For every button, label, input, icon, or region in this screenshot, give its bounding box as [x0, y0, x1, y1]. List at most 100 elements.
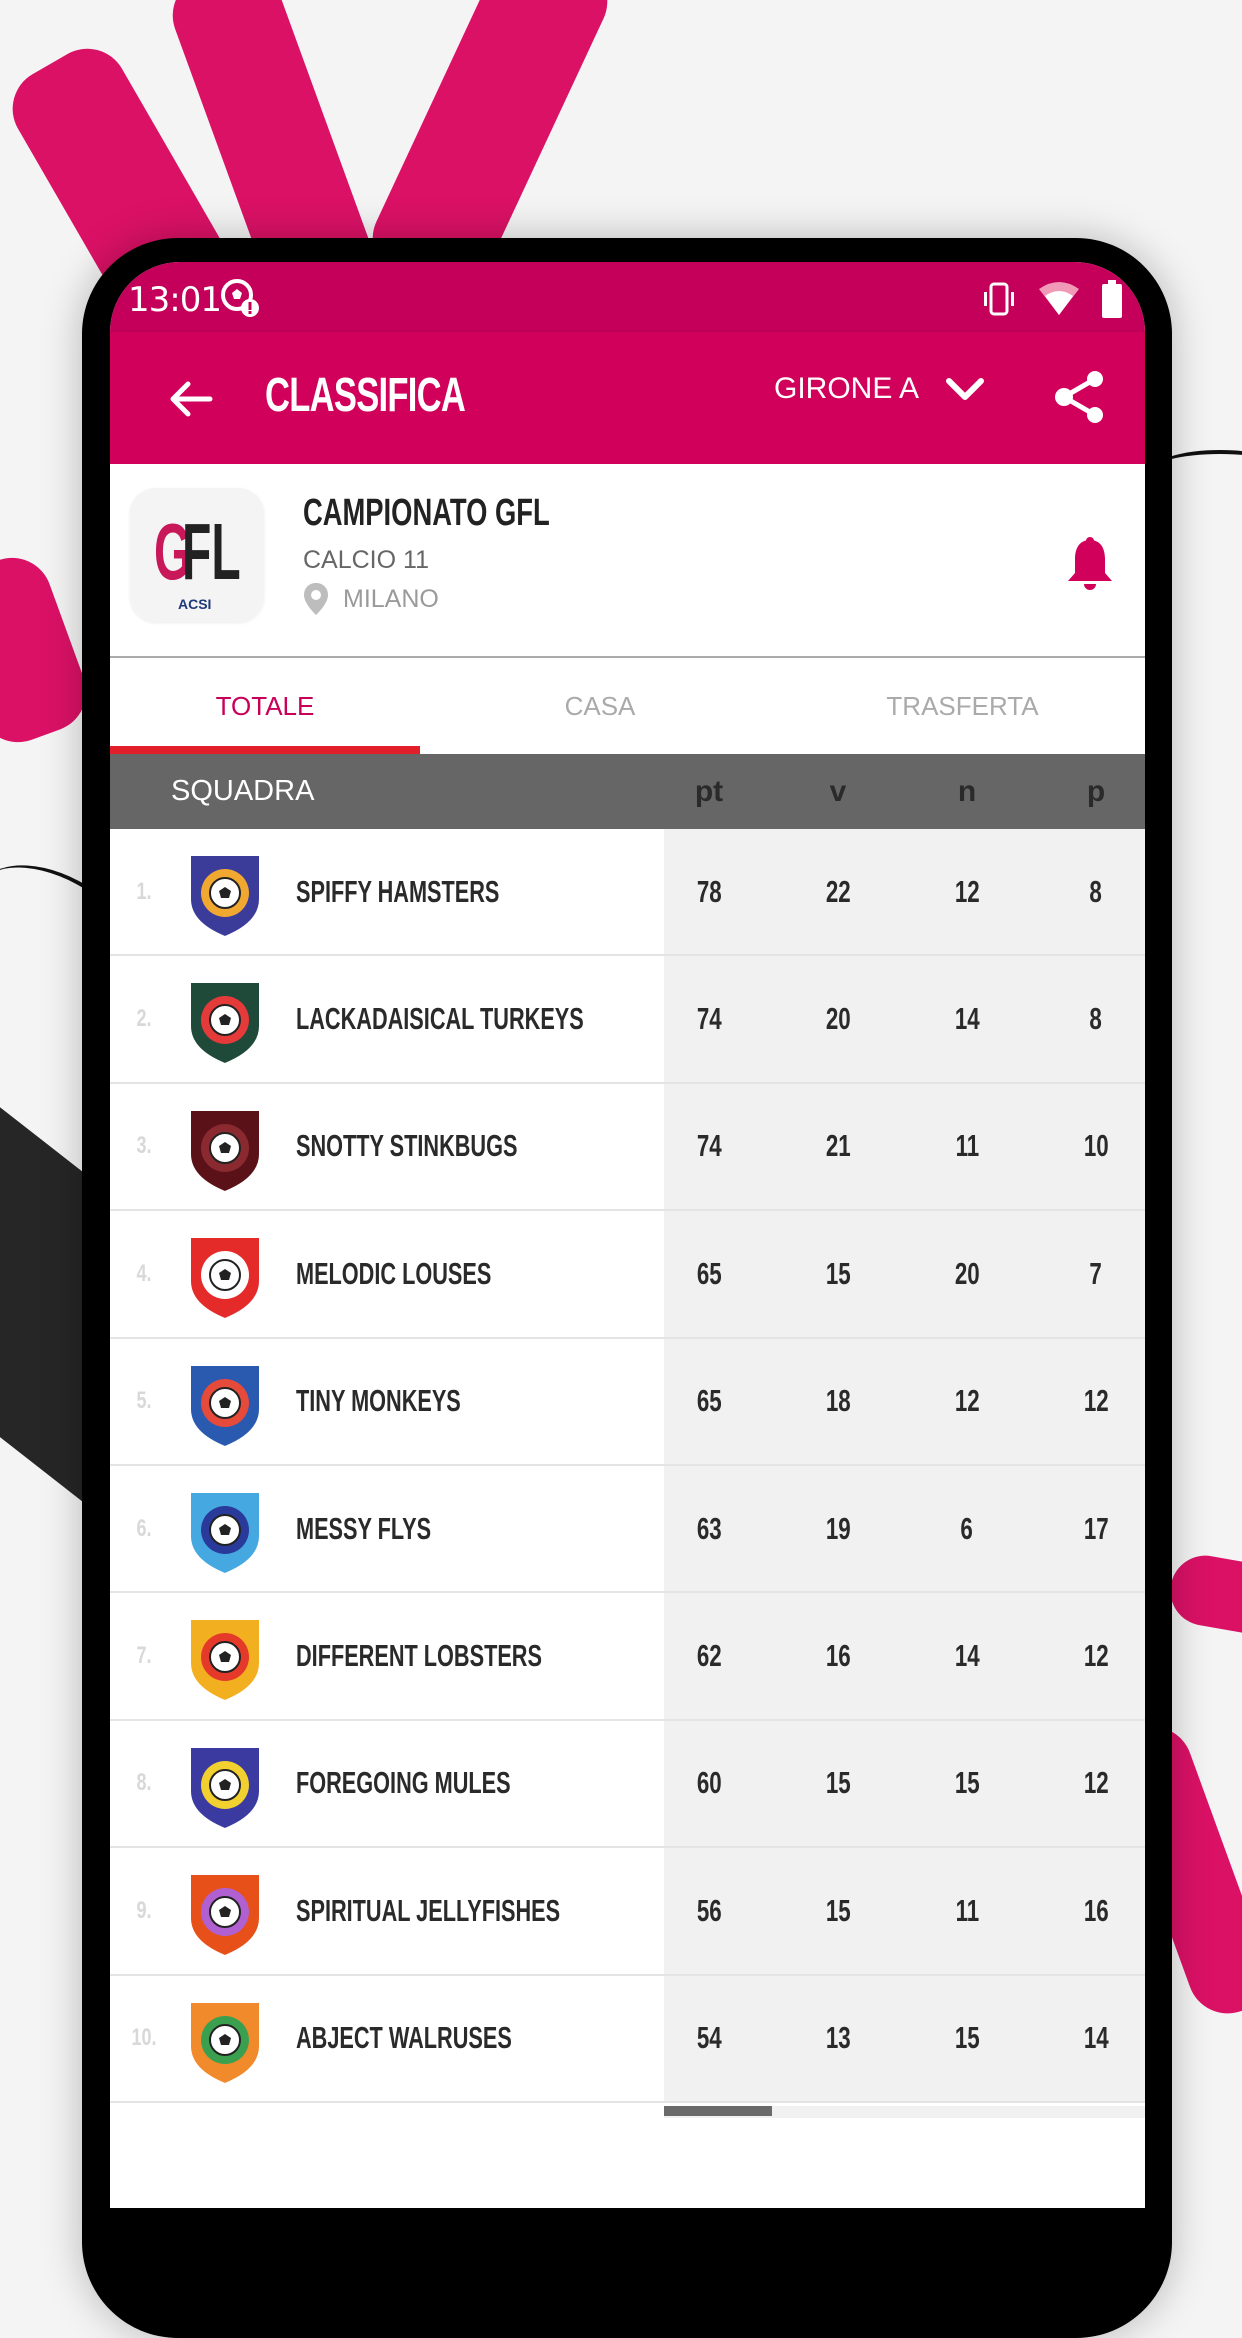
wifi-icon	[1039, 282, 1079, 315]
location-text: MILANO	[343, 584, 439, 613]
team-points: 60	[696, 1765, 722, 1801]
team-losses: 8	[1089, 873, 1103, 909]
team-draws: 12	[954, 873, 980, 909]
active-tab-indicator	[110, 746, 420, 754]
team-wins: 18	[825, 1383, 851, 1419]
header-losses[interactable]: p	[1056, 754, 1136, 829]
tab-totale[interactable]: TOTALE	[110, 658, 420, 754]
team-points: 74	[696, 1001, 722, 1037]
team-name: DIFFERENT LOBSTERS	[296, 1638, 542, 1674]
team-name: SPIRITUAL JELLYFISHES	[296, 1892, 561, 1928]
league-logo-sub: ACSI	[178, 596, 212, 612]
table-row[interactable]: 3. SNOTTY STINKBUGS 74 21 11 10	[110, 1083, 1145, 1212]
share-icon[interactable]	[1053, 370, 1105, 424]
header-wins[interactable]: v	[798, 754, 878, 829]
team-points: 54	[696, 2020, 722, 2056]
table-row[interactable]: 1. SPIFFY HAMSTERS 78 22 12 8	[110, 829, 1145, 957]
table-row[interactable]: 6. MESSY FLYS 63 19 6 17	[110, 1465, 1145, 1594]
team-name: MESSY FLYS	[296, 1510, 432, 1546]
team-losses: 16	[1083, 1892, 1109, 1928]
team-position: 9.	[136, 1896, 152, 1924]
team-crest-icon	[189, 1873, 261, 1958]
team-losses: 8	[1089, 1001, 1103, 1037]
league-sport: CALCIO 11	[303, 546, 429, 574]
group-selector[interactable]: GIRONE A	[774, 372, 985, 406]
table-header: SQUADRA pt v n p	[110, 754, 1145, 829]
team-draws: 14	[954, 1638, 980, 1674]
header-draws[interactable]: n	[927, 754, 1007, 829]
team-draws: 14	[954, 1001, 980, 1037]
team-losses: 12	[1083, 1383, 1109, 1419]
soccer-ball-alert-icon	[221, 279, 259, 317]
chevron-down-icon	[946, 378, 985, 400]
tab-trasferta[interactable]: TRASFERTA	[780, 658, 1145, 754]
team-wins: 20	[825, 1001, 851, 1037]
league-logo-letters: FL	[182, 507, 241, 596]
team-name: LACKADAISICAL TURKEYS	[296, 1001, 584, 1037]
team-crest-icon	[189, 981, 261, 1066]
team-wins: 15	[825, 1765, 851, 1801]
team-crest-icon	[189, 854, 261, 939]
team-name: SPIFFY HAMSTERS	[296, 873, 500, 909]
team-position: 1.	[136, 877, 152, 905]
team-wins: 16	[825, 1638, 851, 1674]
tab-casa[interactable]: CASA	[420, 658, 780, 754]
team-position: 5.	[136, 1387, 152, 1415]
standings-list: 1. SPIFFY HAMSTERS 78 22 12 8 2. LACKADAISICAL …	[110, 829, 1145, 2103]
team-position: 8.	[136, 1769, 152, 1797]
table-row[interactable]: 5. TINY MONKEYS 65 18 12 12	[110, 1338, 1145, 1466]
team-name: ABJECT WALRUSES	[296, 2020, 512, 2056]
table-row[interactable]: 9. SPIRITUAL JELLYFISHES 56 15 11 16	[110, 1848, 1145, 1976]
header-team: SQUADRA	[171, 775, 315, 807]
team-wins: 13	[825, 2020, 851, 2056]
team-crest-icon	[189, 1490, 261, 1576]
team-name: FOREGOING MULES	[296, 1765, 511, 1801]
team-points: 63	[696, 1510, 722, 1546]
team-crest-icon	[189, 1745, 261, 1830]
group-selector-label: GIRONE A	[774, 372, 920, 405]
team-position: 7.	[136, 1642, 152, 1670]
team-name: MELODIC LOUSES	[296, 1255, 492, 1291]
vibrate-icon	[984, 282, 1014, 316]
team-wins: 22	[825, 873, 851, 909]
team-losses: 17	[1083, 1510, 1109, 1546]
team-position: 4.	[136, 1259, 152, 1287]
header-points[interactable]: pt	[669, 754, 749, 829]
league-location: MILANO	[303, 582, 439, 616]
table-row[interactable]: 2. LACKADAISICAL TURKEYS 74 20 14 8	[110, 956, 1145, 1084]
team-losses: 14	[1083, 2020, 1109, 2056]
team-wins: 19	[825, 1510, 851, 1546]
table-row[interactable]: 8. FOREGOING MULES 60 15 15 12	[110, 1720, 1145, 1849]
team-points: 65	[696, 1255, 722, 1291]
team-crest-icon	[189, 1108, 261, 1193]
team-position: 6.	[136, 1514, 152, 1542]
pink-brush-stroke	[1164, 1550, 1242, 1640]
team-points: 78	[696, 873, 722, 909]
team-position: 3.	[136, 1132, 152, 1160]
table-row[interactable]: 7. DIFFERENT LOBSTERS 62 16 14 12	[110, 1593, 1145, 1721]
team-draws: 12	[954, 1383, 980, 1419]
team-points: 56	[696, 1892, 722, 1928]
team-crest-icon	[189, 1618, 261, 1703]
team-crest-icon	[189, 1363, 261, 1448]
table-row[interactable]: 10. ABJECT WALRUSES 54 13 15 14	[110, 1975, 1145, 2103]
arrow-left-icon[interactable]	[166, 374, 216, 424]
team-wins: 15	[825, 1892, 851, 1928]
league-name: CAMPIONATO GFL	[303, 492, 550, 534]
bell-icon[interactable]	[1065, 535, 1115, 593]
horizontal-scrollbar-thumb[interactable]	[664, 2106, 772, 2116]
team-position: 10.	[131, 2024, 157, 2052]
team-draws: 11	[955, 1892, 979, 1928]
team-draws: 15	[954, 2020, 980, 2056]
app-bar: CLASSIFICA GIRONE A	[110, 332, 1145, 464]
team-name: SNOTTY STINKBUGS	[296, 1128, 518, 1164]
team-losses: 7	[1089, 1255, 1103, 1291]
team-points: 65	[696, 1383, 722, 1419]
team-losses: 10	[1083, 1128, 1109, 1164]
table-row[interactable]: 4. MELODIC LOUSES 65 15 20 7	[110, 1211, 1145, 1339]
page-title: CLASSIFICA	[265, 369, 466, 422]
team-draws: 15	[954, 1765, 980, 1801]
team-points: 74	[696, 1128, 722, 1164]
team-draws: 6	[960, 1510, 974, 1546]
battery-icon	[1102, 280, 1122, 318]
